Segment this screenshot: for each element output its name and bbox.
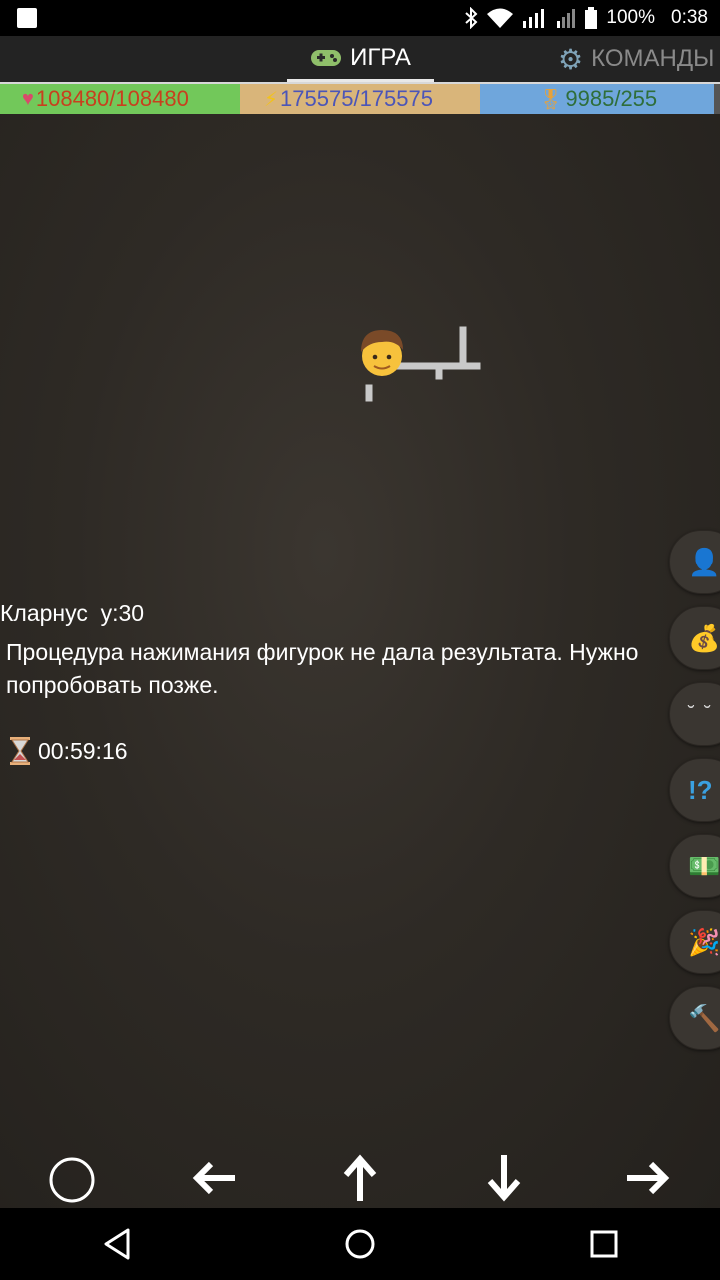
medal-icon: 🎖 — [538, 88, 564, 111]
move-left-button[interactable] — [184, 1148, 244, 1208]
signal-icon — [523, 9, 545, 28]
arrow-left-icon — [192, 1161, 235, 1195]
system-nav-bar — [0, 1208, 720, 1280]
timer-value: 00:59:16 — [38, 737, 128, 764]
recents-icon[interactable] — [586, 1226, 622, 1262]
lightning-icon: ⚡ — [264, 88, 279, 111]
stats-bar: ♥ 108480/108480 ⚡ 175575/175575 🎖 9985/2… — [0, 84, 720, 114]
tab-bar: ИГРА ⚙ КОМАНДЫ — [0, 36, 720, 84]
signal-2-icon — [557, 9, 576, 28]
back-icon[interactable] — [100, 1226, 136, 1262]
move-up-button[interactable] — [330, 1148, 390, 1208]
player-coordinates: Кларнус y:30 — [0, 600, 145, 626]
timer: 00:59:16 — [8, 736, 128, 766]
gamepad-icon — [311, 49, 342, 66]
battery-icon — [585, 7, 598, 29]
stats-divider — [714, 84, 720, 114]
gear-icon: ⚙ — [558, 43, 584, 75]
home-icon[interactable] — [342, 1226, 378, 1262]
battery-percent: 100% — [606, 7, 656, 28]
arrow-up-icon — [343, 1154, 377, 1201]
eyes-icon: ˘ ˘ — [688, 702, 713, 725]
tab-commands-label: КОМАНДЫ — [591, 45, 715, 72]
hammer-icon: 🔨 — [688, 1002, 720, 1033]
question-exclamation-icon: !? — [688, 774, 713, 805]
map-view[interactable] — [355, 326, 485, 406]
move-down-button[interactable] — [474, 1148, 534, 1208]
bluetooth-icon — [465, 7, 478, 29]
notification-icon — [17, 8, 37, 28]
person-icon: 👤 — [688, 546, 720, 577]
hourglass-icon — [10, 737, 30, 765]
game-message: Процедура нажимания фигурок не дала резу… — [6, 639, 639, 698]
experience-value: 9985/255 — [565, 86, 658, 111]
arrow-right-icon — [627, 1161, 670, 1195]
energy-value: 175575/175575 — [280, 86, 433, 111]
party-popper-icon: 🎉 — [688, 926, 720, 957]
game-area[interactable]: Кларнус y:30 Процедура нажимания фигурок… — [0, 114, 720, 1208]
status-bar: 100% 0:38 — [0, 0, 720, 36]
wifi-icon — [487, 8, 514, 28]
tab-commands[interactable]: ⚙ КОМАНДЫ — [558, 36, 714, 82]
money-bag-icon: 💰 — [688, 622, 720, 653]
banknote-icon: 💵 — [688, 850, 720, 881]
energy-stat: ⚡ 175575/175575 — [240, 84, 480, 114]
clock: 0:38 — [671, 7, 708, 28]
circle-icon — [49, 1157, 95, 1203]
experience-stat: 🎖 9985/255 — [480, 84, 714, 114]
health-stat: ♥ 108480/108480 — [0, 84, 240, 114]
health-value: 108480/108480 — [35, 86, 189, 111]
move-right-button[interactable] — [618, 1148, 678, 1208]
player-avatar-icon[interactable] — [355, 326, 409, 380]
tab-game[interactable]: ИГРА — [287, 36, 434, 82]
heart-icon: ♥ — [22, 87, 34, 110]
arrow-down-icon — [487, 1155, 521, 1202]
tab-game-label: ИГРА — [350, 43, 411, 71]
action-button[interactable] — [42, 1150, 102, 1210]
